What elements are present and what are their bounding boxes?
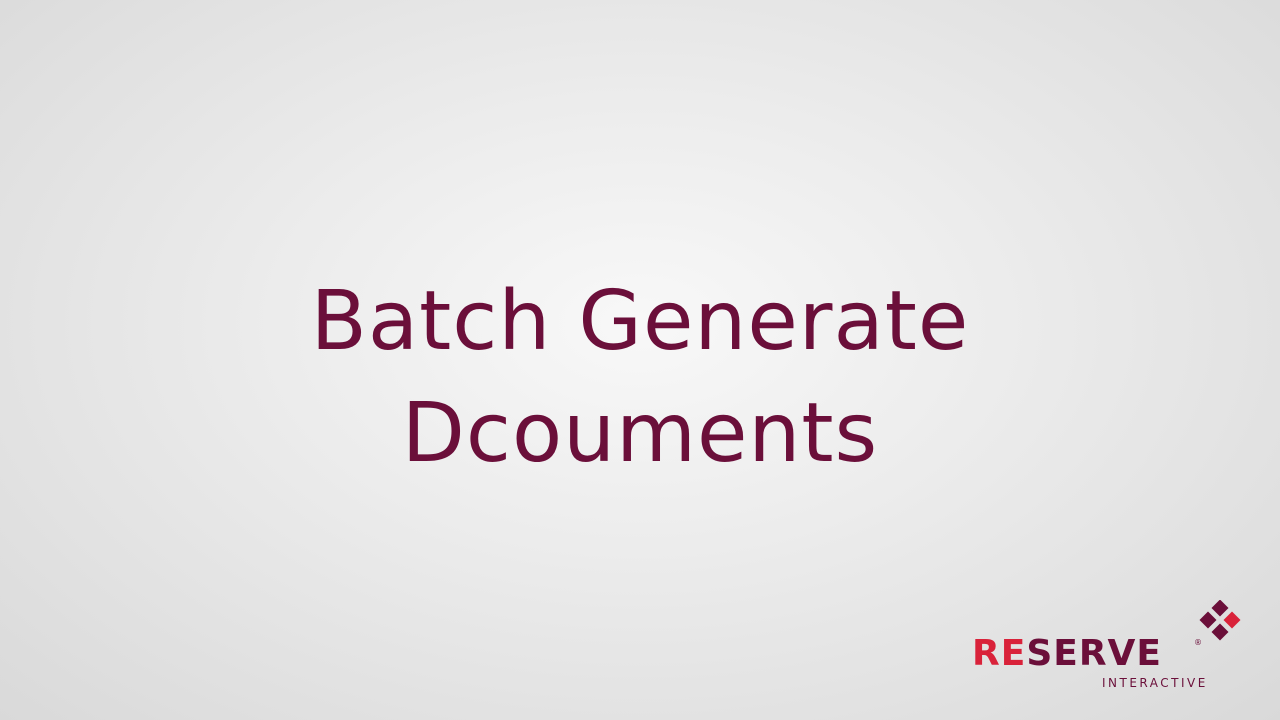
logo-subtitle: INTERACTIVE: [1102, 676, 1208, 690]
page-title: Batch Generate Dcouments: [0, 266, 1280, 490]
diamond-left: [1199, 611, 1217, 629]
reserve-interactive-logo: RESERVE ® INTERACTIVE: [968, 598, 1258, 698]
title-line-2: Dcouments: [401, 386, 879, 481]
logo-word-accent: RE: [972, 633, 1027, 674]
logo-word-main: SERVE: [1026, 633, 1163, 674]
diamond-right: [1223, 611, 1241, 629]
logo-wordmark: RESERVE: [972, 634, 1162, 674]
title-line-1: Batch Generate: [310, 274, 970, 369]
diamond-bottom: [1211, 623, 1229, 641]
diamond-top: [1211, 600, 1229, 617]
diamond-cluster-icon: [1199, 600, 1241, 641]
